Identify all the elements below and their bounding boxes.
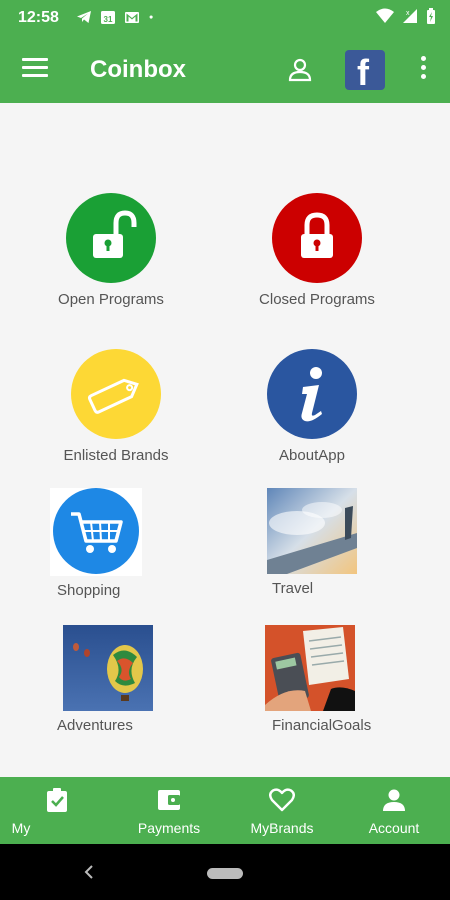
more-vert-icon[interactable] [414,56,432,84]
telegram-icon [77,11,91,23]
wifi-icon [376,8,394,23]
tile-adventures[interactable]: Adventures [46,625,166,734]
system-nav-bar [0,844,450,900]
tile-label: Adventures [57,717,133,734]
tag-icon [70,349,162,441]
signal-icon: x [403,9,417,23]
tile-shopping[interactable]: Shopping [46,488,146,599]
system-status-icons: x [376,8,436,24]
account-icon [383,789,405,811]
battery-icon [427,8,435,24]
tile-label: FinancialGoals [272,717,372,734]
unlock-icon [65,193,157,285]
facebook-button[interactable]: f [345,50,385,93]
tile-label: Travel [272,580,314,597]
facebook-icon: f [357,52,369,93]
nav-item-mybrands[interactable]: MyBrands [243,777,321,844]
airplane-photo [267,488,357,574]
tile-financial-goals[interactable]: FinancialGoals [265,625,395,734]
nav-item-account[interactable]: Account [360,777,428,844]
hamburger-icon[interactable] [22,58,48,78]
heart-icon [269,788,295,812]
tile-label: Open Programs [58,291,164,308]
home-button[interactable] [207,868,243,879]
status-time: 12:58 [18,9,59,26]
tile-about-app[interactable]: AboutApp [247,349,377,464]
lock-icon [271,193,363,285]
nav-label: My [11,820,31,836]
calendar-icon: 31 [101,11,115,24]
tile-enlisted-brands[interactable]: Enlisted Brands [46,349,186,464]
info-icon [266,349,358,441]
notification-icons: 31 [76,9,158,25]
person-icon[interactable] [286,56,314,84]
tile-label: Closed Programs [259,291,375,308]
nav-item-payments[interactable]: Payments [129,777,209,844]
app-title: Coinbox [90,56,186,83]
calendar-day: 31 [104,15,113,24]
gmail-icon [125,12,139,23]
clipboard-check-icon [47,788,67,812]
back-icon[interactable] [80,862,100,882]
balloon-photo [63,625,153,711]
nav-label: Account [368,820,420,836]
bottom-nav: My Payments MyBrands Account [0,777,450,844]
cart-icon [50,488,142,576]
tile-label: Shopping [57,582,121,599]
tile-open-programs[interactable]: Open Programs [46,193,176,308]
nav-item-my[interactable]: My [0,777,67,844]
tile-closed-programs[interactable]: Closed Programs [242,193,392,308]
calculator-photo [265,625,355,711]
tile-label: Enlisted Brands [63,447,169,464]
wallet-icon [158,790,180,810]
svg-text:x: x [406,10,410,17]
nav-label: MyBrands [250,820,314,836]
status-bar: 12:58 31 x [0,0,450,36]
dot-icon [149,15,153,19]
app-bar: Coinbox f [0,36,450,103]
tile-travel[interactable]: Travel [262,488,362,597]
tile-label: AboutApp [279,447,345,464]
nav-label: Payments [137,820,201,836]
